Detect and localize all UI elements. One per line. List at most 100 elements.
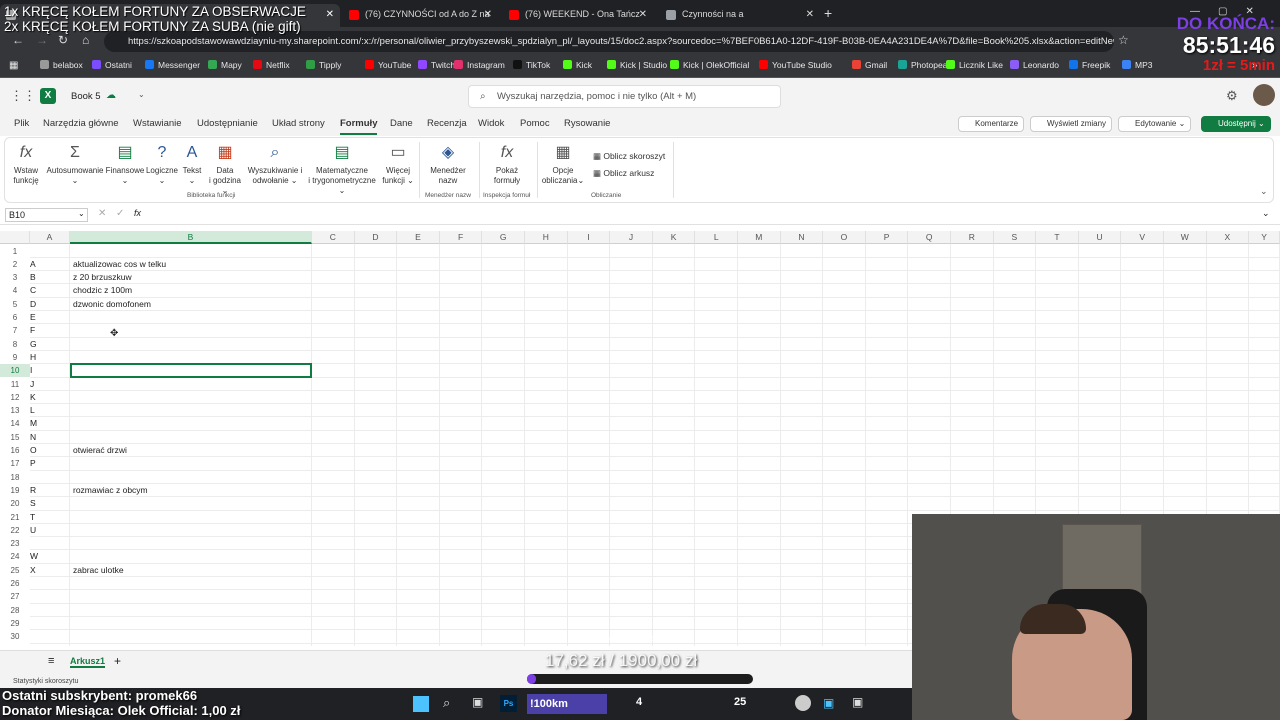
ribbon-tab[interactable]: Dane bbox=[390, 118, 413, 129]
cell-a[interactable]: G bbox=[30, 338, 37, 351]
url-field[interactable]: https://szkoapodstawowawdziayniu-my.shar… bbox=[104, 31, 1114, 52]
obs-icon[interactable] bbox=[795, 695, 811, 711]
bookmark-item[interactable]: Photopea bbox=[898, 60, 947, 70]
cancel-formula-icon[interactable]: ✕ bbox=[98, 208, 106, 219]
row-header[interactable]: 25 bbox=[0, 564, 30, 577]
cell-a[interactable]: K bbox=[30, 391, 36, 404]
column-header[interactable]: K bbox=[652, 231, 696, 244]
cell-b[interactable]: z 20 brzuszkuw bbox=[73, 271, 132, 284]
select-all-corner[interactable] bbox=[0, 231, 30, 244]
ribbon-tab[interactable]: Udostępnianie bbox=[197, 118, 258, 129]
name-manager-button[interactable]: ◈ Menedżer nazw bbox=[425, 144, 471, 186]
column-header[interactable]: N bbox=[780, 231, 824, 244]
financial-button[interactable]: ▤ Finansowe ⌄ bbox=[105, 144, 145, 186]
lookup-button[interactable]: ⌕ Wyszukiwanie i odwołanie ⌄ bbox=[245, 144, 305, 186]
doc-title[interactable]: Book 5 bbox=[71, 91, 101, 102]
column-header[interactable]: T bbox=[1036, 231, 1079, 244]
name-box[interactable]: B10 bbox=[5, 208, 88, 222]
bookmark-item[interactable]: Mapy bbox=[208, 60, 242, 70]
text-button[interactable]: A Tekst ⌄ bbox=[181, 144, 203, 186]
ribbon-tab[interactable]: Wstawianie bbox=[133, 118, 182, 129]
column-header[interactable]: C bbox=[312, 231, 355, 244]
selected-cell-b10[interactable] bbox=[70, 363, 312, 378]
app-icon-2[interactable]: ▣ bbox=[852, 695, 863, 709]
bookmark-item[interactable]: Tipply bbox=[306, 60, 341, 70]
row-header[interactable]: 11 bbox=[0, 378, 30, 391]
calculate-now-button[interactable]: ▦ Oblicz skoroszyt bbox=[593, 151, 665, 161]
cell-a[interactable]: B bbox=[30, 271, 36, 284]
bookmark-item[interactable]: Kick | Studio bbox=[607, 60, 667, 70]
browser-tab[interactable]: (76) WEEKEND - Ona Tańcz ✕ bbox=[503, 4, 653, 27]
column-header[interactable]: M bbox=[738, 231, 781, 244]
forward-icon[interactable]: → bbox=[36, 33, 48, 47]
formula-input[interactable] bbox=[157, 208, 1257, 222]
tab-close-icon[interactable]: ✕ bbox=[806, 4, 814, 25]
photoshop-icon[interactable]: Ps bbox=[500, 695, 517, 712]
bookmark-item[interactable]: Messenger bbox=[145, 60, 200, 70]
cell-a[interactable]: L bbox=[30, 404, 35, 417]
tab-close-icon[interactable]: ✕ bbox=[326, 4, 334, 25]
cell-a[interactable]: S bbox=[30, 497, 36, 510]
confirm-formula-icon[interactable]: ✓ bbox=[116, 208, 124, 219]
ribbon-tab[interactable]: Pomoc bbox=[520, 118, 550, 129]
ribbon-tab[interactable]: Narzędzia główne bbox=[43, 118, 119, 129]
bookmark-item[interactable]: belabox bbox=[40, 60, 83, 70]
row-header[interactable]: 9 bbox=[0, 351, 30, 364]
cell-b[interactable]: otwierać drzwi bbox=[73, 444, 127, 457]
cell-b[interactable]: chodzic z 100m bbox=[73, 284, 132, 297]
cell-a[interactable]: C bbox=[30, 284, 36, 297]
add-sheet-button[interactable]: + bbox=[114, 654, 121, 668]
row-header[interactable]: 22 bbox=[0, 524, 30, 537]
calculate-sheet-button[interactable]: ▦ Oblicz arkusz bbox=[593, 168, 654, 178]
cell-a[interactable]: U bbox=[30, 524, 36, 537]
workbook-stats-link[interactable]: Statystyki skoroszytu bbox=[13, 678, 78, 685]
cell-a[interactable]: P bbox=[30, 457, 36, 470]
cell-b[interactable]: dzwonic domofonem bbox=[73, 298, 151, 311]
ribbon-collapse-chevron-icon[interactable]: ⌄ bbox=[1260, 186, 1268, 197]
column-header[interactable]: P bbox=[865, 231, 909, 244]
column-header[interactable]: S bbox=[993, 231, 1037, 244]
ribbon-tab[interactable]: Recenzja bbox=[427, 118, 467, 129]
reload-icon[interactable]: ↻ bbox=[58, 33, 68, 47]
row-header[interactable]: 30 bbox=[0, 630, 30, 643]
settings-gear-icon[interactable]: ⚙ bbox=[1226, 88, 1238, 104]
editing-mode-button[interactable]: Edytowanie ⌄ bbox=[1118, 116, 1192, 132]
show-changes-button[interactable]: Wyświetl zmiany bbox=[1030, 116, 1113, 132]
column-header[interactable]: V bbox=[1121, 231, 1164, 244]
column-header[interactable]: A bbox=[30, 231, 70, 244]
cell-a[interactable]: D bbox=[30, 298, 36, 311]
column-header[interactable]: X bbox=[1206, 231, 1250, 244]
cell-a[interactable]: N bbox=[30, 431, 36, 444]
cell-b[interactable]: zabrac ulotke bbox=[73, 564, 124, 577]
cell-a[interactable]: W bbox=[30, 550, 38, 563]
cell-a[interactable]: R bbox=[30, 484, 36, 497]
tab-close-icon[interactable]: ✕ bbox=[639, 4, 647, 25]
row-header[interactable]: 21 bbox=[0, 511, 30, 524]
bookmark-item[interactable]: Kick bbox=[563, 60, 592, 70]
fx-formula-icon[interactable]: fx bbox=[134, 208, 141, 218]
bookmark-item[interactable]: YouTube bbox=[365, 60, 411, 70]
bookmark-item[interactable]: Gmail bbox=[852, 60, 887, 70]
column-header[interactable]: D bbox=[354, 231, 398, 244]
avatar[interactable] bbox=[1253, 84, 1275, 106]
ribbon-tab[interactable]: Formuły bbox=[340, 118, 378, 135]
row-header[interactable]: 19 bbox=[0, 484, 30, 497]
ribbon-tab[interactable]: Widok bbox=[478, 118, 504, 129]
sheet-tab-active[interactable]: Arkusz1 bbox=[70, 656, 106, 668]
autosum-button[interactable]: Σ Autosumowanie ⌄ bbox=[45, 144, 105, 186]
column-header[interactable]: I bbox=[567, 231, 611, 244]
cell-a[interactable]: I bbox=[30, 364, 32, 377]
bookmark-item[interactable]: Licznik Like bbox=[946, 60, 1003, 70]
row-header[interactable]: 12 bbox=[0, 391, 30, 404]
column-header[interactable]: Y bbox=[1249, 231, 1280, 244]
comments-button[interactable]: Komentarze bbox=[958, 116, 1025, 132]
cell-a[interactable]: M bbox=[30, 417, 37, 430]
all-sheets-menu-icon[interactable]: ≡ bbox=[48, 655, 54, 667]
search-input[interactable]: Wyszukaj narzędzia, pomoc i nie tylko (A… bbox=[468, 85, 781, 108]
logical-button[interactable]: ? Logiczne ⌄ bbox=[145, 144, 179, 186]
row-header[interactable]: 3 bbox=[0, 271, 30, 284]
show-formulas-button[interactable]: fx Pokaż formuły bbox=[487, 144, 527, 186]
back-icon[interactable]: ← bbox=[12, 33, 24, 47]
new-tab-button[interactable]: + bbox=[824, 5, 832, 21]
row-header[interactable]: 29 bbox=[0, 617, 30, 630]
